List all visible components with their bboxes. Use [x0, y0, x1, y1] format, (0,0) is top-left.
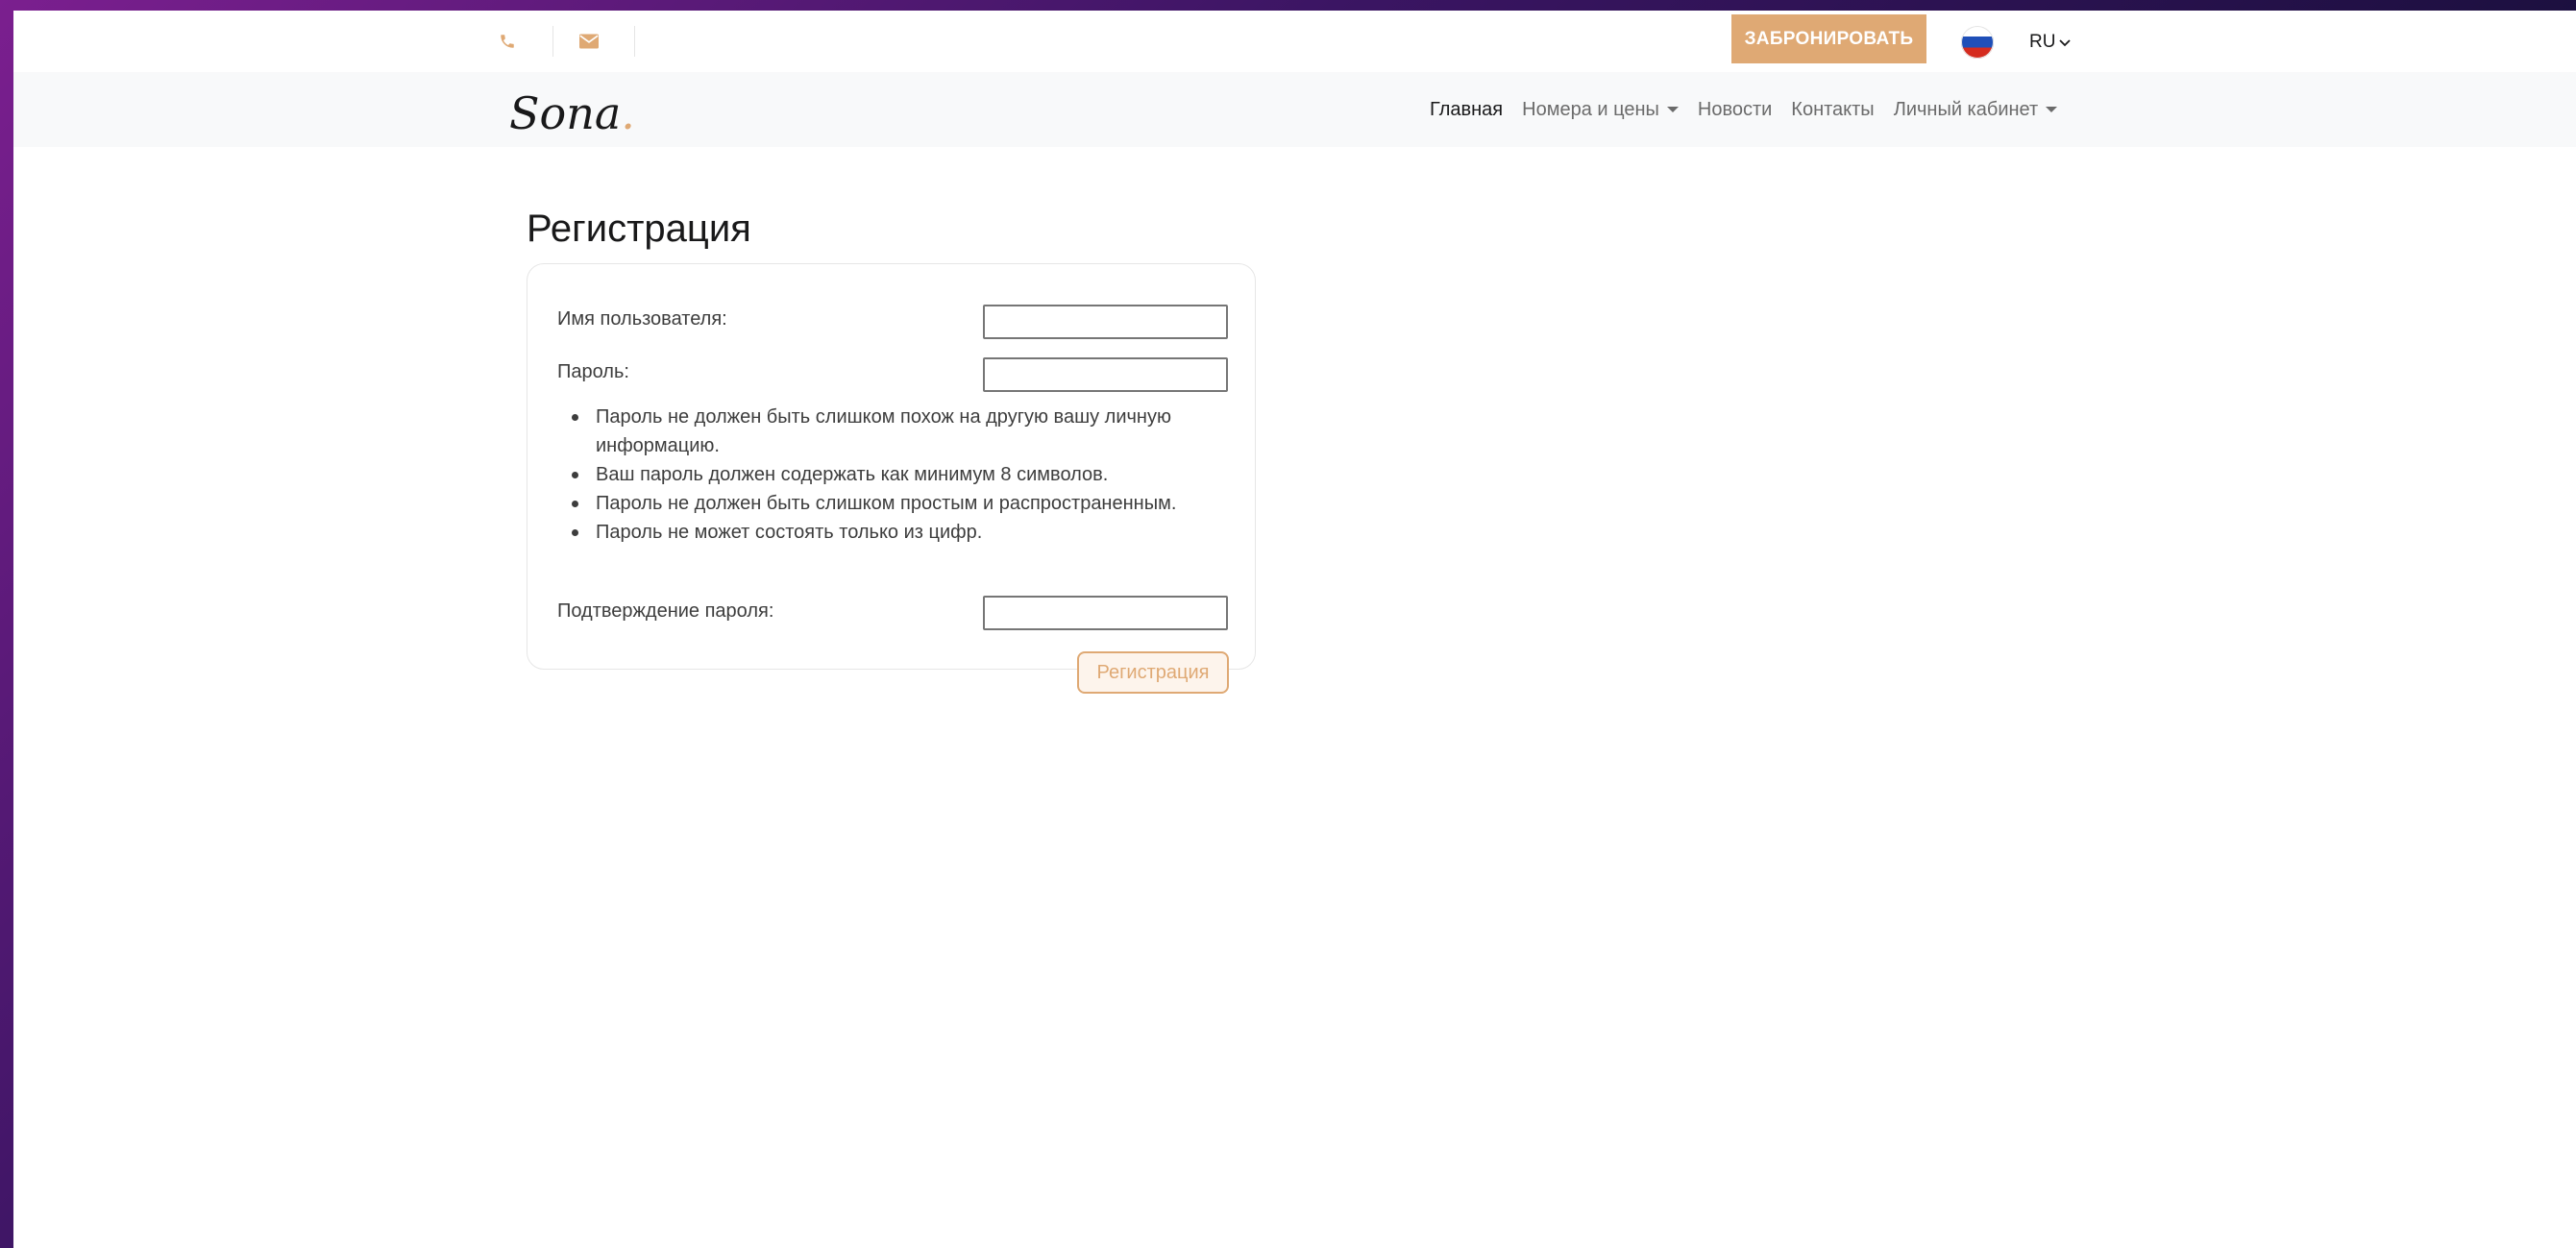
registration-form: Имя пользователя: Пароль: Пароль не долж…: [527, 263, 1256, 694]
nav-item-contacts[interactable]: Контакты: [1791, 99, 1874, 121]
nav-item-news[interactable]: Новости: [1698, 99, 1772, 121]
top-bar: ЗАБРОНИРОВАТЬ RU: [13, 11, 2576, 72]
nav-item-label: Личный кабинет: [1893, 98, 2039, 120]
mail-icon[interactable]: [562, 28, 616, 55]
phone-icon[interactable]: [499, 28, 552, 55]
nav-item-label: Номера и цены: [1522, 98, 1659, 120]
list-item: Ваш пароль должен содержать как минимум …: [567, 460, 1230, 489]
russia-flag-icon[interactable]: [1961, 26, 1994, 59]
logo[interactable]: Sona.: [509, 91, 635, 135]
list-item: Пароль не должен быть слишком похож на д…: [567, 403, 1230, 460]
navbar: Sona. Главная Номера и цены Новости Конт…: [13, 72, 2576, 147]
book-button[interactable]: ЗАБРОНИРОВАТЬ: [1731, 14, 1926, 63]
confirm-password-field[interactable]: [983, 596, 1228, 630]
password-rules-list: Пароль не должен быть слишком похож на д…: [567, 403, 1230, 547]
divider: [634, 26, 635, 57]
chevron-down-icon: [2059, 39, 2072, 47]
nav-item-account[interactable]: Личный кабинет: [1893, 98, 2058, 121]
logo-text: Sona: [509, 87, 622, 139]
page: ЗАБРОНИРОВАТЬ RU Sona. Главная Номера и …: [13, 11, 2576, 1248]
register-button[interactable]: Регистрация: [1077, 651, 1229, 694]
nav-item-label: Новости: [1697, 98, 1773, 120]
top-bar-inner: ЗАБРОНИРОВАТЬ RU: [499, 11, 2094, 72]
list-item: Пароль не должен быть слишком простым и …: [567, 489, 1230, 518]
username-field[interactable]: [983, 305, 1228, 339]
username-label: Имя пользователя:: [557, 308, 727, 330]
logo-dot: .: [621, 87, 635, 139]
divider: [552, 26, 553, 57]
list-item: Пароль не может состоять только из цифр.: [567, 518, 1230, 547]
main-nav: Главная Номера и цены Новости Контакты Л…: [1430, 72, 2076, 147]
nav-item-home[interactable]: Главная: [1430, 99, 1503, 121]
page-title: Регистрация: [527, 208, 751, 250]
confirm-password-label: Подтверждение пароля:: [557, 600, 774, 622]
language-selector[interactable]: RU: [2029, 26, 2072, 59]
password-label: Пароль:: [557, 361, 629, 382]
nav-item-label: Главная: [1430, 98, 1504, 120]
caret-down-icon: [2046, 107, 2058, 112]
nav-item-rooms[interactable]: Номера и цены: [1522, 99, 1679, 121]
nav-item-label: Контакты: [1791, 98, 1875, 120]
caret-down-icon: [1666, 107, 1679, 112]
password-field[interactable]: [983, 357, 1228, 392]
language-label: RU: [2029, 32, 2056, 52]
